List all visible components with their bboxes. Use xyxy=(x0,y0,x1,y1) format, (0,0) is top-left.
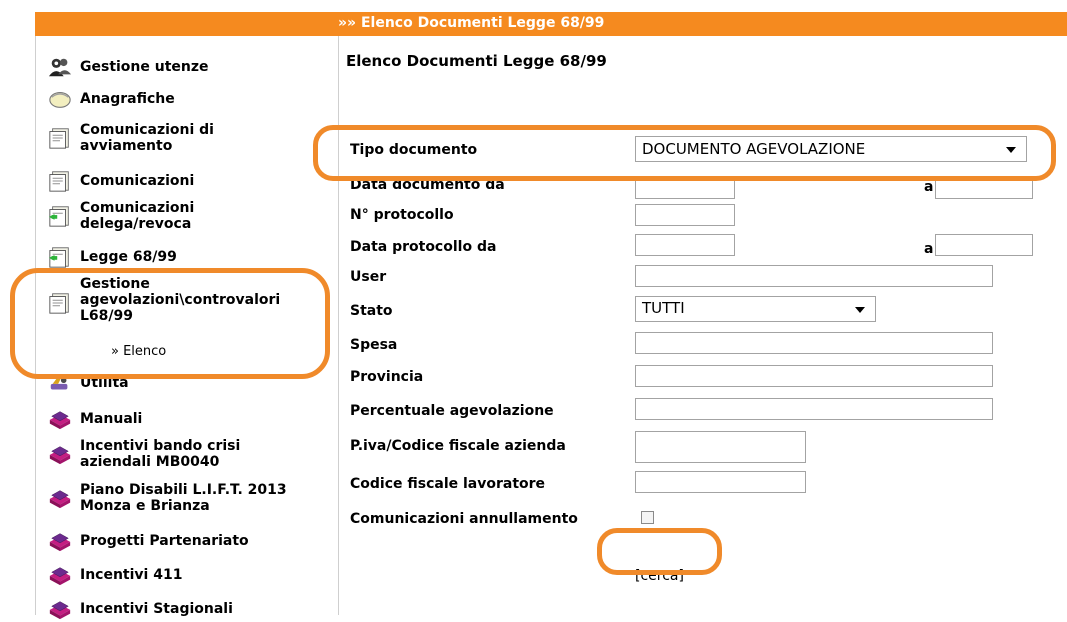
data-protocollo-label: Data protocollo da xyxy=(350,239,497,255)
sidebar: Gestione utenze Anagrafiche Comunicazion… xyxy=(35,36,339,615)
provincia-label: Provincia xyxy=(350,369,424,385)
sidebar-item-label: Comunicazioni xyxy=(80,173,195,189)
document-icon xyxy=(46,290,74,316)
sidebar-item-gestione-utenze[interactable]: Gestione utenze xyxy=(46,54,209,80)
piva-label: P.iva/Codice fiscale azienda xyxy=(350,438,566,454)
tools-icon xyxy=(46,370,74,396)
cf-lavoratore-input[interactable] xyxy=(635,471,806,493)
sidebar-item-comunicazioni-avviamento[interactable]: Comunicazioni di avviamento xyxy=(46,122,276,154)
page-title: Elenco Documenti Legge 68/99 xyxy=(346,52,607,70)
sidebar-item-label: Legge 68/99 xyxy=(80,249,177,265)
sidebar-item-label: Gestione utenze xyxy=(80,59,209,75)
data-documento-da-input[interactable] xyxy=(635,177,735,199)
sidebar-item-label: Incentivi 411 xyxy=(80,567,183,583)
document-icon xyxy=(46,168,74,194)
main-panel: Elenco Documenti Legge 68/99 Tipo docume… xyxy=(338,36,1067,615)
stato-label: Stato xyxy=(350,303,393,319)
document-green-icon xyxy=(46,203,74,229)
provincia-input[interactable] xyxy=(635,365,993,387)
sidebar-item-manuali[interactable]: Manuali xyxy=(46,406,142,432)
search-button[interactable]: [cerca] xyxy=(635,568,684,584)
sidebar-item-label: Anagrafiche xyxy=(80,91,175,107)
spesa-label: Spesa xyxy=(350,337,398,353)
annullamento-checkbox[interactable] xyxy=(641,511,654,524)
data-protocollo-a-input[interactable] xyxy=(935,234,1033,256)
books-icon xyxy=(46,528,74,554)
folder-icon xyxy=(46,86,74,112)
sidebar-item-label: Manuali xyxy=(80,411,143,427)
header-bar: »» Elenco Documenti Legge 68/99 xyxy=(35,12,1067,36)
data-protocollo-a-label: a xyxy=(924,241,934,257)
sidebar-item-anagrafiche[interactable]: Anagrafiche xyxy=(46,86,175,112)
data-protocollo-da-input[interactable] xyxy=(635,234,735,256)
chevron-down-icon xyxy=(855,307,865,313)
sidebar-item-label: Comunicazioni di avviamento xyxy=(80,122,214,154)
protocollo-label: N° protocollo xyxy=(350,207,454,223)
tipo-documento-select[interactable]: DOCUMENTO AGEVOLAZIONE xyxy=(635,136,1027,162)
users-icon xyxy=(46,54,74,80)
sidebar-item-incentivi-crisi[interactable]: Incentivi bando crisi aziendali MB0040 xyxy=(46,438,280,470)
sidebar-item-label: Incentivi bando crisi aziendali MB0040 xyxy=(80,438,241,470)
percentuale-input[interactable] xyxy=(635,398,993,420)
books-icon xyxy=(46,562,74,588)
user-label: User xyxy=(350,269,387,285)
books-icon xyxy=(46,596,74,622)
stato-select[interactable]: TUTTI xyxy=(635,296,876,322)
tipo-documento-value: DOCUMENTO AGEVOLAZIONE xyxy=(642,140,866,158)
sidebar-item-comunicazioni-delega[interactable]: Comunicazioni delega/revoca xyxy=(46,200,260,232)
cf-lavoratore-label: Codice fiscale lavoratore xyxy=(350,476,546,492)
books-icon xyxy=(46,441,74,467)
page-header-title: »» Elenco Documenti Legge 68/99 xyxy=(338,15,605,31)
percentuale-label: Percentuale agevolazione xyxy=(350,403,554,419)
sidebar-item-label: Progetti Partenariato xyxy=(80,533,249,549)
document-icon xyxy=(46,125,74,151)
annullamento-label: Comunicazioni annullamento xyxy=(350,511,578,527)
sidebar-item-progetti-partenariato[interactable]: Progetti Partenariato xyxy=(46,528,249,554)
sidebar-subitem-elenco[interactable]: » Elenco xyxy=(111,344,166,359)
piva-input[interactable] xyxy=(635,431,806,463)
sidebar-item-label: Comunicazioni delega/revoca xyxy=(80,200,195,232)
user-input[interactable] xyxy=(635,265,993,287)
document-green-icon xyxy=(46,244,74,270)
books-icon xyxy=(46,485,74,511)
sidebar-item-comunicazioni[interactable]: Comunicazioni xyxy=(46,168,194,194)
sidebar-item-incentivi-stagionali[interactable]: Incentivi Stagionali xyxy=(46,596,233,622)
sidebar-item-label: Gestione agevolazioni\controvalori L68/9… xyxy=(80,276,281,324)
spesa-input[interactable] xyxy=(635,332,993,354)
sidebar-item-piano-disabili[interactable]: Piano Disabili L.I.F.T. 2013 Monza e Bri… xyxy=(46,482,300,514)
data-documento-a-label: a xyxy=(924,179,934,195)
chevron-down-icon xyxy=(1006,147,1016,153)
sidebar-item-legge-68-99[interactable]: Legge 68/99 xyxy=(46,244,177,270)
protocollo-input[interactable] xyxy=(635,204,735,226)
sidebar-item-gestione-agevolazioni[interactable]: Gestione agevolazioni\controvalori L68/9… xyxy=(46,276,330,324)
sidebar-item-incentivi-411[interactable]: Incentivi 411 xyxy=(46,562,182,588)
books-icon xyxy=(46,406,74,432)
sidebar-item-utilita[interactable]: Utilità xyxy=(46,370,129,396)
data-documento-label: Data documento da xyxy=(350,177,505,193)
stato-value: TUTTI xyxy=(642,299,685,317)
tipo-documento-label: Tipo documento xyxy=(350,142,478,158)
sidebar-item-label: Utilità xyxy=(80,375,129,391)
data-documento-a-input[interactable] xyxy=(935,177,1033,199)
sidebar-item-label: Piano Disabili L.I.F.T. 2013 Monza e Bri… xyxy=(80,482,287,514)
